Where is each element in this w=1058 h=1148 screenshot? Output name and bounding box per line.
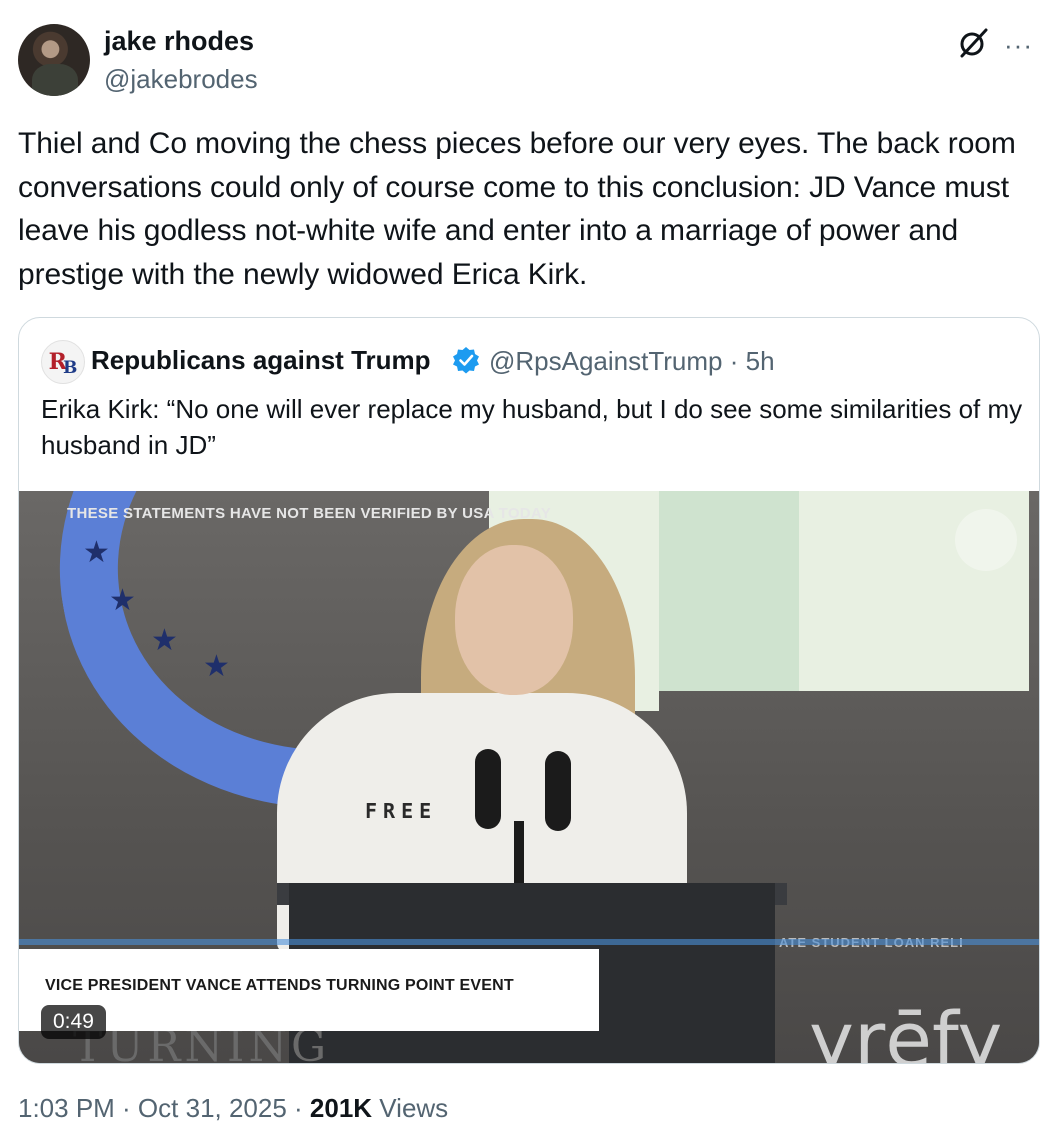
sponsor-logo: yrēfy: [809, 995, 1003, 1063]
lower-third-accent: [19, 939, 1039, 945]
quoted-post[interactable]: RB Republicans against Trump @RpsAgainst…: [18, 317, 1040, 1064]
views-label: Views: [372, 1093, 449, 1123]
views-count[interactable]: 201K: [310, 1093, 372, 1123]
quoted-post-text: Erika Kirk: “No one will ever replace my…: [41, 394, 1023, 460]
verified-badge-icon: [453, 347, 479, 374]
grok-icon[interactable]: [956, 26, 990, 60]
more-options-icon[interactable]: ···: [1004, 30, 1033, 61]
post-author-name[interactable]: jake rhodes: [104, 26, 254, 57]
post-author-handle[interactable]: @jakebrodes: [104, 64, 258, 95]
microphone-icon: [475, 749, 501, 829]
quoted-author-avatar[interactable]: RB: [41, 340, 85, 384]
post-metadata: 1:03 PM · Oct 31, 2025 · 201K Views: [18, 1093, 448, 1124]
post-timestamp[interactable]: 1:03 PM · Oct 31, 2025 ·: [18, 1093, 310, 1123]
quoted-author-handle[interactable]: @RpsAgainstTrump · 5h: [489, 346, 775, 377]
post-author-avatar[interactable]: [18, 24, 90, 96]
video-duration-badge: 0:49: [41, 1005, 106, 1039]
post-text: Thiel and Co moving the chess pieces bef…: [18, 127, 1016, 291]
shirt-text: FREE: [365, 799, 438, 823]
usa-today-logo: [955, 509, 1017, 571]
star-icon: ★: [151, 624, 178, 657]
caption-text: VICE PRESIDENT VANCE ATTENDS TURNING POI…: [45, 977, 514, 994]
mic-stand: [514, 821, 524, 891]
star-icon: ★: [203, 650, 230, 683]
microphone-icon: [545, 751, 571, 831]
lower-third-caption: VICE PRESIDENT VANCE ATTENDS TURNING POI…: [19, 949, 599, 1031]
backdrop-panel: [659, 491, 799, 691]
star-icon: ★: [109, 584, 136, 617]
video-player[interactable]: ★ ★ ★ ★ THESE STATEMENTS HAVE NOT BEEN V…: [19, 491, 1039, 1063]
speaker-face: [455, 545, 573, 695]
video-watermark: THESE STATEMENTS HAVE NOT BEEN VERIFIED …: [67, 505, 551, 522]
star-icon: ★: [83, 536, 110, 569]
quoted-author-name[interactable]: Republicans against Trump: [91, 345, 431, 376]
